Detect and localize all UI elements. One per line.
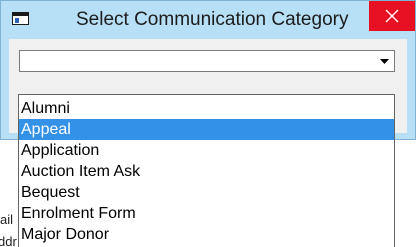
- dropdown-option[interactable]: Auction Item Ask: [19, 161, 394, 182]
- title-bar[interactable]: Select Communication Category: [1, 1, 415, 39]
- dropdown-option[interactable]: Bequest: [19, 182, 394, 203]
- combobox-dropdown-button[interactable]: [375, 52, 393, 70]
- close-button[interactable]: [369, 1, 415, 31]
- category-combobox[interactable]: [19, 50, 395, 72]
- chevron-down-icon: [379, 58, 389, 64]
- dropdown-option[interactable]: Application: [19, 140, 394, 161]
- window-icon[interactable]: [12, 12, 29, 25]
- dropdown-option[interactable]: Appeal: [19, 119, 394, 140]
- background-label-fragment: ddr: [0, 234, 17, 247]
- category-dropdown-list[interactable]: Alumni Appeal Application Auction Item Ask B…: [18, 94, 395, 247]
- close-icon: [385, 9, 399, 23]
- background-label-fragment: ail: [0, 212, 14, 227]
- dropdown-option[interactable]: Major Donor: [19, 224, 394, 245]
- window-title: Select Communication Category: [76, 9, 349, 30]
- screen: ail ddr Select Communication Category Al…: [0, 0, 416, 247]
- dropdown-option[interactable]: Alumni: [19, 98, 394, 119]
- dropdown-option[interactable]: Enrolment Form: [19, 203, 394, 224]
